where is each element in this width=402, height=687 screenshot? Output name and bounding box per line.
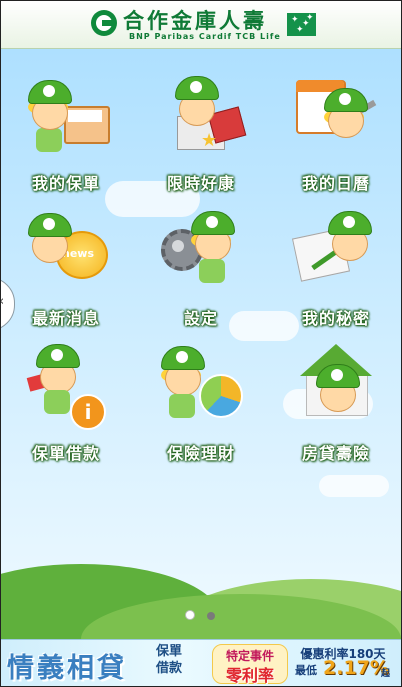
promo-banner[interactable]: 情義相貸 保單 借款 特定事件 零利率 優惠利率180天 最低 2.17% 起 [1, 639, 401, 686]
menu-policy-loan[interactable]: i 保單借款 [11, 344, 121, 479]
menu-label: 房貸壽險 [301, 444, 370, 463]
menu-my-secret[interactable]: 我的秘密 [281, 209, 391, 344]
menu-mortgage-life[interactable]: 房貸壽險 [281, 344, 391, 479]
app-header: 合作金庫人壽 BNP Paribas Cardif TCB Life ✦ ✦ ✦ ✦ [1, 1, 401, 49]
menu-insurance-finance[interactable]: 保險理財 [146, 344, 256, 479]
chevron-left-icon: ‹ [1, 294, 4, 309]
page-dot-active[interactable] [185, 610, 195, 620]
menu-label: 保單借款 [31, 444, 100, 463]
company-logo-icon [91, 10, 117, 36]
menu-limited-offers[interactable]: ★ 限時好康 [146, 74, 256, 209]
badge-suffix: 起 [381, 669, 391, 679]
house-icon [296, 344, 378, 432]
zero-interest-badge: 特定事件 零利率 [212, 644, 288, 685]
banner-subtitle-line: 保單 [155, 644, 182, 659]
menu-my-calendar[interactable]: 我的日曆 [281, 74, 391, 209]
menu-label: 我的保單 [31, 174, 100, 193]
bnp-stars-logo-icon: ✦ ✦ ✦ ✦ [287, 13, 316, 36]
news-icon: news [26, 209, 108, 297]
menu-label: 我的秘密 [301, 309, 370, 328]
badge-rate: 2.17% [323, 657, 389, 679]
page-indicator [185, 605, 227, 624]
menu-latest-news[interactable]: news 最新消息 [11, 209, 121, 344]
home-menu-area: 我的保單 ★ 限時好康 我的日曆 news 最新消息 設定 我的秘密 i 保單借… [1, 49, 401, 639]
calendar-icon [296, 74, 378, 162]
brand-name-en: BNP Paribas Cardif TCB Life [129, 32, 281, 41]
menu-label: 我的日曆 [301, 174, 370, 193]
gift-box-icon: ★ [161, 74, 247, 162]
menu-my-policy[interactable]: 我的保單 [11, 74, 121, 209]
brand-name-cn: 合作金庫人壽 [123, 9, 267, 33]
page-dot[interactable] [207, 612, 215, 620]
menu-label: 設定 [183, 309, 218, 328]
badge-prefix: 最低 [295, 664, 317, 677]
gear-icon [161, 209, 243, 297]
banner-subtitle-line: 借款 [155, 661, 182, 676]
note-pencil-icon [291, 209, 378, 297]
banner-subtitle: 保單 借款 [154, 643, 184, 677]
info-loan-icon: i [26, 344, 108, 432]
menu-label: 限時好康 [166, 174, 235, 193]
menu-settings[interactable]: 設定 [146, 209, 256, 344]
rate-badge: 優惠利率180天 最低 2.17% 起 [293, 644, 393, 682]
app-frame: 合作金庫人壽 BNP Paribas Cardif TCB Life ✦ ✦ ✦ ✦ … [0, 0, 402, 687]
banner-title: 情義相貸 [7, 653, 127, 684]
policy-box-icon [26, 74, 110, 162]
menu-label: 最新消息 [31, 309, 100, 328]
badge-highlight: 零利率 [225, 666, 274, 685]
pie-chart-icon [161, 344, 243, 432]
menu-label: 保險理財 [166, 444, 235, 463]
